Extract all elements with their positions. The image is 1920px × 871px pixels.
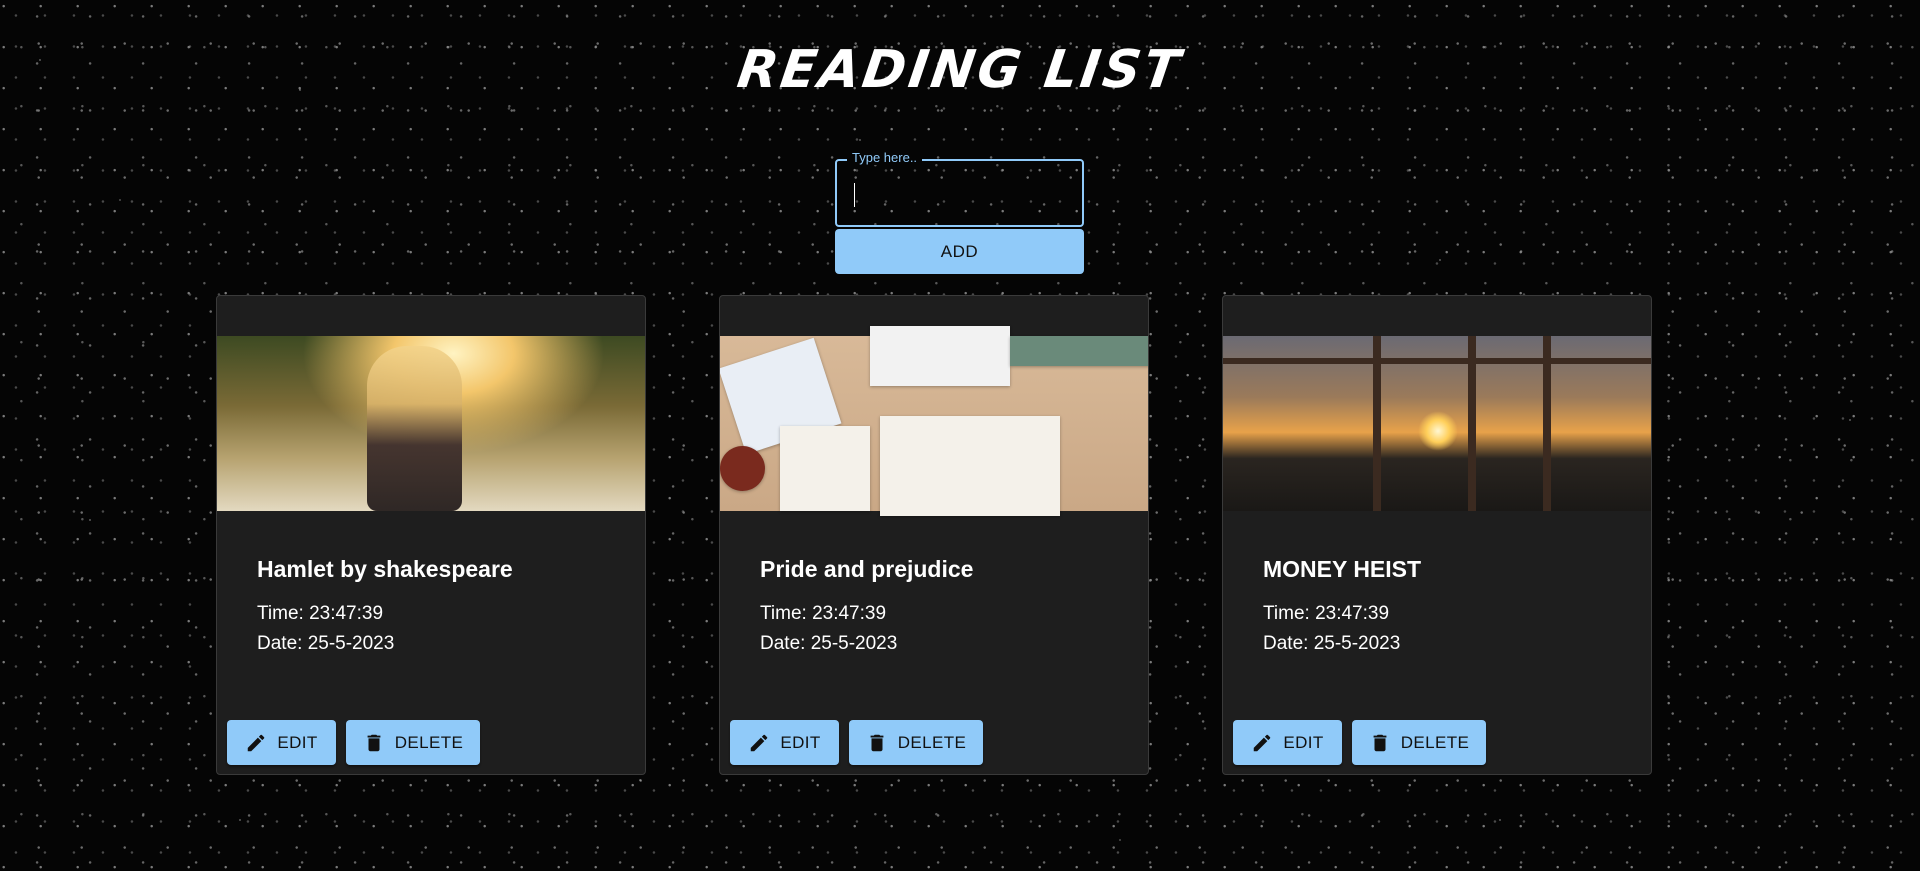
delete-button-label: DELETE: [394, 732, 464, 752]
card-image-figure: [367, 346, 462, 511]
card-date: Date: 25-5-2023: [760, 633, 898, 654]
trash-icon: [870, 734, 884, 751]
add-button[interactable]: ADD: [835, 229, 1084, 274]
card-time: Time: 23:47:39: [760, 603, 887, 624]
card-image-sun: [1418, 411, 1458, 451]
todo-input-field[interactable]: Type here..: [835, 150, 1084, 227]
trash-icon: [1373, 734, 1387, 751]
delete-button[interactable]: DELETE: [1352, 720, 1486, 765]
card-title: Pride and prejudice: [760, 556, 974, 582]
card-image-rail: [1223, 358, 1651, 364]
card-image-bar: [1468, 336, 1476, 511]
pencil-icon: [248, 734, 265, 751]
pencil-icon: [751, 734, 768, 751]
edit-button[interactable]: EDIT: [730, 720, 839, 765]
edit-button-label: EDIT: [277, 732, 318, 752]
pencil-icon: [1254, 734, 1271, 751]
reading-card: MONEY HEIST Time: 23:47:39 Date: 25-5-20…: [1222, 295, 1652, 775]
delete-button-label: DELETE: [1400, 732, 1470, 752]
delete-button[interactable]: DELETE: [849, 720, 983, 765]
reading-card: Hamlet by shakespeare Time: 23:47:39 Dat…: [216, 295, 646, 775]
edit-button-label: EDIT: [780, 732, 821, 752]
reading-card: Pride and prejudice Time: 23:47:39 Date:…: [719, 295, 1149, 775]
todo-input[interactable]: [837, 161, 1082, 225]
text-caret: [854, 183, 855, 207]
page-title: READING LIST: [733, 40, 1187, 100]
card-title: Hamlet by shakespeare: [257, 556, 513, 582]
card-time: Time: 23:47:39: [257, 603, 384, 624]
card-image-bar: [1543, 336, 1551, 511]
card-image-cup: [720, 446, 765, 491]
card-image-notepad: [780, 426, 870, 511]
card-image-keyboard: [870, 326, 1010, 386]
edit-button-label: EDIT: [1283, 732, 1324, 752]
card-image: [1223, 336, 1651, 511]
card-time: Time: 23:47:39: [1263, 603, 1390, 624]
app-root: READING LIST Type here.. ADD Hamlet by s…: [0, 0, 1920, 871]
card-date: Date: 25-5-2023: [1263, 633, 1401, 654]
card-image-books-shelf: [1010, 336, 1148, 366]
card-image: [720, 326, 1148, 516]
delete-button-label: DELETE: [897, 732, 967, 752]
card-title: MONEY HEIST: [1263, 556, 1422, 582]
trash-icon: [367, 734, 381, 751]
card-date: Date: 25-5-2023: [257, 633, 395, 654]
edit-button[interactable]: EDIT: [1233, 720, 1342, 765]
edit-button[interactable]: EDIT: [227, 720, 336, 765]
card-image: [217, 336, 645, 511]
card-image-bar: [1373, 336, 1381, 511]
card-image-book: [880, 416, 1060, 516]
delete-button[interactable]: DELETE: [346, 720, 480, 765]
